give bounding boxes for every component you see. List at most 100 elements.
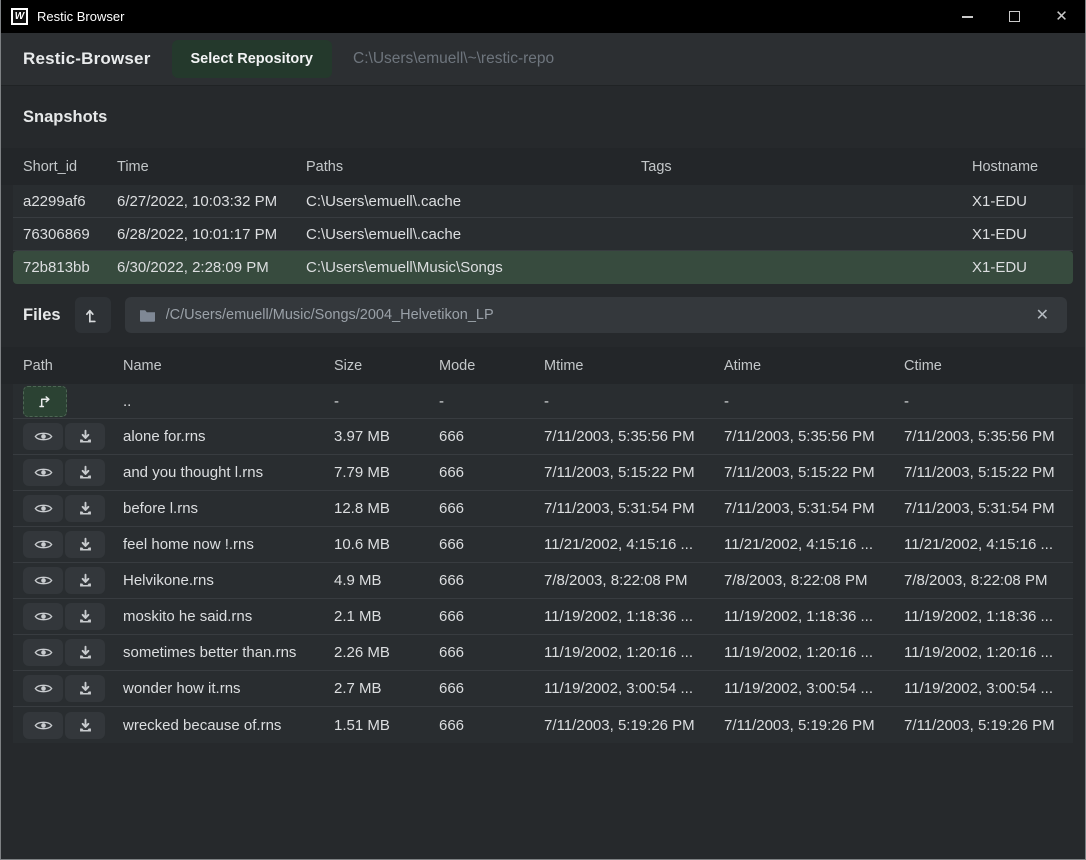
col-mtime: Mtime	[544, 358, 724, 374]
go-to-parent-button[interactable]	[23, 386, 67, 417]
snapshot-paths: C:\Users\emuell\.cache	[306, 226, 641, 243]
file-ctime: 7/8/2003, 8:22:08 PM	[904, 572, 1073, 589]
col-short-id: Short_id	[23, 159, 117, 175]
clear-path-icon[interactable]: ✕	[1032, 303, 1053, 327]
preview-file-button[interactable]	[23, 459, 63, 486]
preview-file-button[interactable]	[23, 423, 63, 450]
file-atime: -	[724, 393, 904, 410]
file-atime: 7/11/2003, 5:15:22 PM	[724, 464, 904, 481]
preview-file-button[interactable]	[23, 639, 63, 666]
preview-file-button[interactable]	[23, 495, 63, 522]
file-row: sometimes better than.rns 2.26 MB 666 11…	[13, 635, 1073, 671]
col-ctime: Ctime	[904, 358, 1085, 374]
file-ctime: 7/11/2003, 5:15:22 PM	[904, 464, 1073, 481]
file-ctime: 11/19/2002, 1:20:16 ...	[904, 644, 1073, 661]
download-file-button[interactable]	[65, 495, 105, 522]
file-size: 4.9 MB	[334, 572, 439, 589]
preview-file-button[interactable]	[23, 531, 63, 558]
app-title: Restic-Browser	[23, 49, 151, 69]
maximize-button[interactable]	[991, 0, 1038, 33]
app-header: Restic-Browser Select Repository C:\User…	[1, 33, 1085, 86]
download-file-button[interactable]	[65, 712, 105, 739]
files-title: Files	[23, 306, 61, 325]
download-icon	[78, 573, 93, 588]
snapshots-table-header: Short_id Time Paths Tags Hostname	[1, 148, 1085, 185]
eye-icon	[34, 466, 53, 479]
snapshots-title: Snapshots	[23, 108, 107, 127]
col-hostname: Hostname	[972, 159, 1085, 175]
snapshot-time: 6/30/2022, 2:28:09 PM	[117, 259, 306, 276]
file-atime: 11/19/2002, 3:00:54 ...	[724, 680, 904, 697]
preview-file-button[interactable]	[23, 567, 63, 594]
file-ctime: 11/19/2002, 1:18:36 ...	[904, 608, 1073, 625]
file-size: -	[334, 393, 439, 410]
file-atime: 7/11/2003, 5:19:26 PM	[724, 717, 904, 734]
download-icon	[78, 429, 93, 444]
file-mode: 666	[439, 717, 544, 734]
snapshot-row[interactable]: 76306869 6/28/2022, 10:01:17 PM C:\Users…	[13, 218, 1073, 251]
download-file-button[interactable]	[65, 639, 105, 666]
files-table: .. - - - - -	[13, 384, 1073, 743]
file-name: before l.rns	[123, 500, 334, 517]
snapshot-short-id: 76306869	[23, 226, 117, 243]
parent-arrow-icon	[37, 393, 53, 409]
file-mtime: 11/19/2002, 1:20:16 ...	[544, 644, 724, 661]
close-button[interactable]: ✕	[1038, 0, 1085, 33]
go-up-level-button[interactable]	[75, 297, 111, 333]
col-time: Time	[117, 159, 306, 175]
file-mtime: -	[544, 393, 724, 410]
file-name: and you thought l.rns	[123, 464, 334, 481]
select-repository-button[interactable]: Select Repository	[172, 40, 333, 78]
file-atime: 7/8/2003, 8:22:08 PM	[724, 572, 904, 589]
file-row: and you thought l.rns 7.79 MB 666 7/11/2…	[13, 455, 1073, 491]
download-file-button[interactable]	[65, 423, 105, 450]
download-icon	[78, 609, 93, 624]
minimize-button[interactable]	[944, 0, 991, 33]
files-current-path: /C/Users/emuell/Music/Songs/2004_Helveti…	[166, 307, 1022, 323]
file-name: moskito he said.rns	[123, 608, 334, 625]
files-path-bar[interactable]: /C/Users/emuell/Music/Songs/2004_Helveti…	[125, 297, 1067, 333]
download-icon	[78, 718, 93, 733]
file-name: ..	[123, 393, 334, 410]
file-atime: 11/19/2002, 1:18:36 ...	[724, 608, 904, 625]
snapshot-paths: C:\Users\emuell\.cache	[306, 193, 641, 210]
download-icon	[78, 501, 93, 516]
parent-directory-row: .. - - - - -	[13, 384, 1073, 419]
preview-file-button[interactable]	[23, 675, 63, 702]
file-size: 3.97 MB	[334, 428, 439, 445]
file-mode: 666	[439, 500, 544, 517]
download-file-button[interactable]	[65, 675, 105, 702]
file-ctime: 7/11/2003, 5:35:56 PM	[904, 428, 1073, 445]
file-ctime: 7/11/2003, 5:31:54 PM	[904, 500, 1073, 517]
download-file-button[interactable]	[65, 567, 105, 594]
snapshot-row[interactable]: a2299af6 6/27/2022, 10:03:32 PM C:\Users…	[13, 185, 1073, 218]
eye-icon	[34, 502, 53, 515]
maximize-icon	[1009, 11, 1020, 22]
file-mode: 666	[439, 644, 544, 661]
snapshot-hostname: X1-EDU	[972, 259, 1073, 276]
window-controls: ✕	[944, 0, 1085, 33]
file-mtime: 7/8/2003, 8:22:08 PM	[544, 572, 724, 589]
folder-icon	[139, 308, 156, 323]
download-file-button[interactable]	[65, 603, 105, 630]
col-size: Size	[334, 358, 439, 374]
snapshot-time: 6/28/2022, 10:01:17 PM	[117, 226, 306, 243]
download-file-button[interactable]	[65, 459, 105, 486]
file-row: wrecked because of.rns 1.51 MB 666 7/11/…	[13, 707, 1073, 743]
file-mode: 666	[439, 680, 544, 697]
download-icon	[78, 465, 93, 480]
eye-icon	[34, 610, 53, 623]
download-file-button[interactable]	[65, 531, 105, 558]
preview-file-button[interactable]	[23, 712, 63, 739]
file-size: 1.51 MB	[334, 717, 439, 734]
snapshots-section-header: Snapshots	[1, 86, 1085, 148]
snapshot-row[interactable]: 72b813bb 6/30/2022, 2:28:09 PM C:\Users\…	[13, 251, 1073, 284]
file-name: feel home now !.rns	[123, 536, 334, 553]
download-icon	[78, 537, 93, 552]
files-table-header: Path Name Size Mode Mtime Atime Ctime	[1, 347, 1085, 384]
file-row: feel home now !.rns 10.6 MB 666 11/21/20…	[13, 527, 1073, 563]
file-row: wonder how it.rns 2.7 MB 666 11/19/2002,…	[13, 671, 1073, 707]
file-mtime: 7/11/2003, 5:19:26 PM	[544, 717, 724, 734]
eye-icon	[34, 682, 53, 695]
preview-file-button[interactable]	[23, 603, 63, 630]
